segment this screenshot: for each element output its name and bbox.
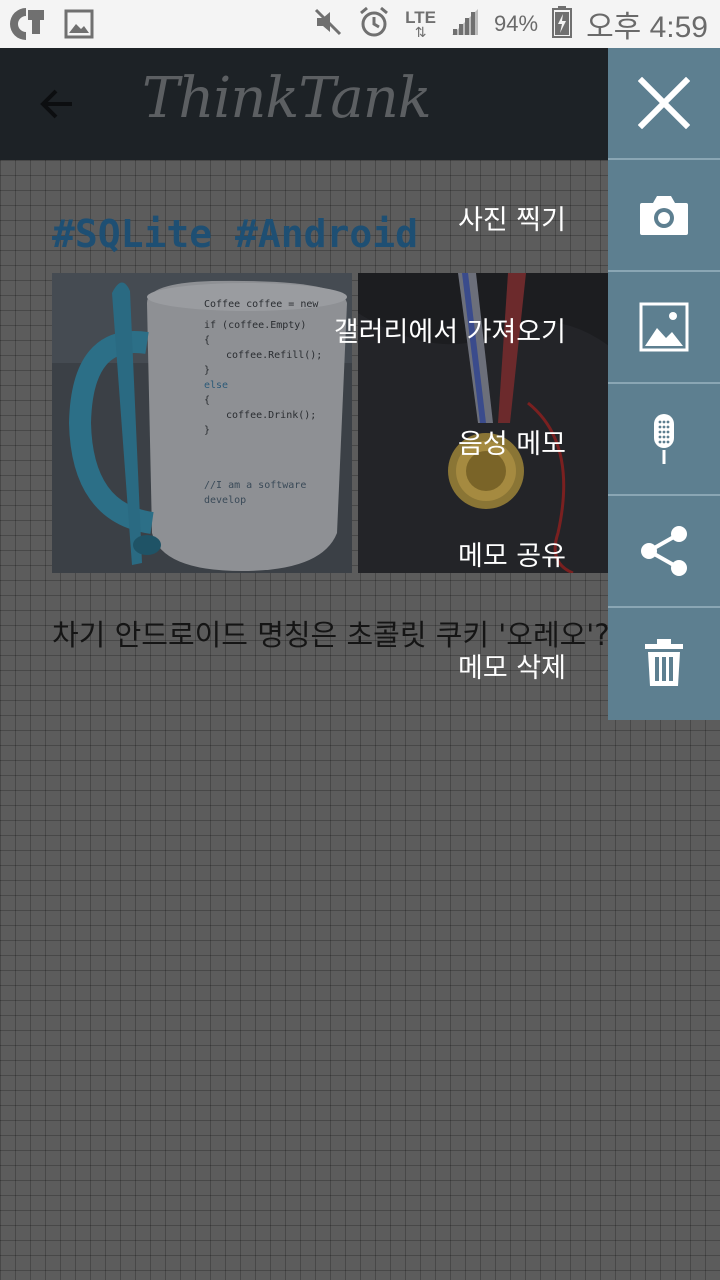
close-menu-button[interactable] [608,48,720,158]
signal-icon [450,7,480,41]
take-photo-button[interactable] [608,160,720,270]
carrier-icon [8,6,48,46]
action-menu-panel [608,48,720,720]
share-icon [641,526,687,576]
delete-memo-button[interactable] [608,608,720,718]
delete-memo-label[interactable]: 메모 삭제 [458,646,566,685]
import-gallery-label[interactable]: 갤러리에서 가져오기 [334,310,566,349]
lte-indicator: LTE ⇅ [405,7,437,41]
voice-memo-button[interactable] [608,384,720,494]
share-memo-label[interactable]: 메모 공유 [458,534,566,573]
share-memo-button[interactable] [608,496,720,606]
trash-icon [645,639,683,686]
camera-icon [640,196,688,235]
voice-memo-label[interactable]: 음성 메모 [458,422,566,461]
mute-icon [313,7,343,41]
battery-charging-icon [552,6,573,42]
microphone-icon [654,414,674,464]
gallery-icon [639,302,689,352]
take-photo-label[interactable]: 사진 찍기 [458,198,566,237]
battery-percent: 94% [494,11,539,36]
close-icon [638,77,690,129]
alarm-icon [357,5,391,43]
image-notification-icon [64,9,94,43]
status-bar: LTE ⇅ 94% 오후 4:59 [0,0,720,48]
import-gallery-button[interactable] [608,272,720,382]
clock: 오후 4:59 [586,11,708,44]
